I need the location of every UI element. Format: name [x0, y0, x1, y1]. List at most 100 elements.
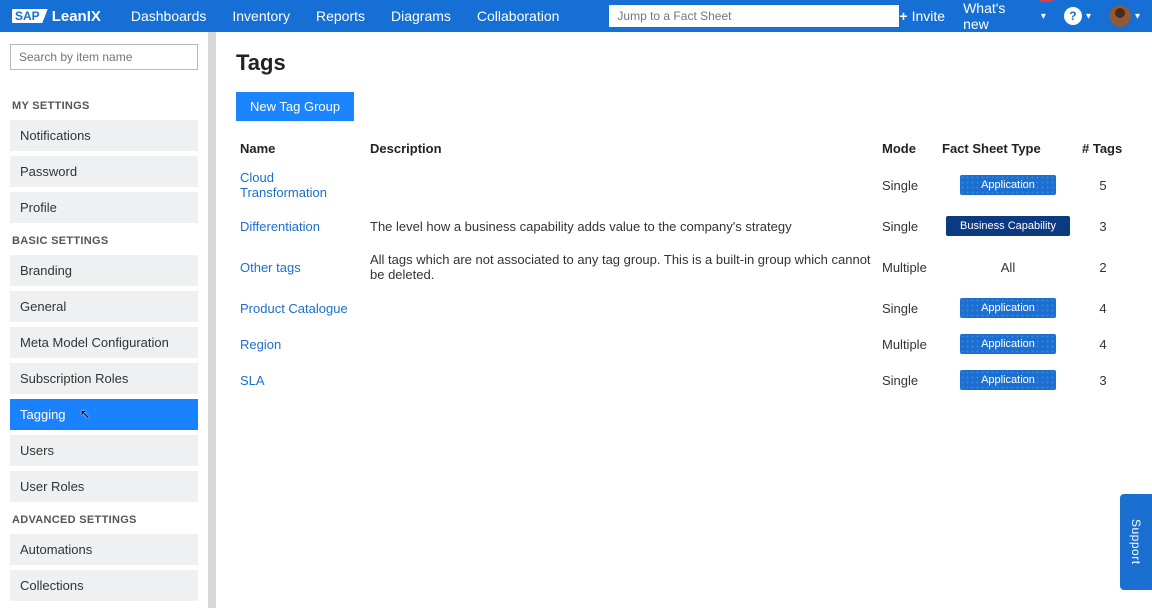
sidebar-item-collections[interactable]: Collections: [10, 570, 198, 601]
sidebar-item-label: User Roles: [20, 479, 84, 494]
tag-count: 5: [1078, 162, 1128, 208]
chevron-down-icon: ▾: [1135, 11, 1140, 22]
tag-group-mode: Single: [878, 162, 938, 208]
new-tag-group-button[interactable]: New Tag Group: [236, 92, 354, 121]
avatar: [1109, 5, 1131, 27]
sidebar-heading-my-settings: MY SETTINGS: [12, 100, 198, 112]
tag-group-mode: Single: [878, 290, 938, 326]
table-row: Other tags All tags which are not associ…: [236, 244, 1128, 290]
fact-sheet-type-pill: Application: [960, 298, 1056, 318]
tag-group-link[interactable]: Product Catalogue: [240, 301, 348, 316]
tag-count: 4: [1078, 290, 1128, 326]
column-mode[interactable]: Mode: [878, 135, 938, 162]
tag-group-description: [366, 326, 878, 362]
column-name[interactable]: Name: [236, 135, 366, 162]
tag-group-link[interactable]: Other tags: [240, 260, 301, 275]
nav-diagrams[interactable]: Diagrams: [391, 8, 451, 24]
tag-group-mode: Multiple: [878, 326, 938, 362]
whats-new-button[interactable]: What's new ▾ 9+: [963, 0, 1046, 32]
tag-group-description: [366, 362, 878, 398]
table-row: Cloud Transformation Single Application …: [236, 162, 1128, 208]
sidebar-item-tagging[interactable]: Tagging ↖: [10, 399, 198, 430]
sidebar-item-meta-model[interactable]: Meta Model Configuration: [10, 327, 198, 358]
sidebar-item-label: Subscription Roles: [20, 371, 128, 386]
sidebar-item-label: Users: [20, 443, 54, 458]
user-menu[interactable]: ▾: [1109, 5, 1140, 27]
sidebar-item-user-roles[interactable]: User Roles: [10, 471, 198, 502]
main-content: Tags New Tag Group Name Description Mode…: [216, 32, 1152, 608]
plus-icon: +: [899, 8, 907, 24]
fact-sheet-type-text: All: [938, 244, 1078, 290]
tag-count: 4: [1078, 326, 1128, 362]
tag-count: 2: [1078, 244, 1128, 290]
tag-groups-table: Name Description Mode Fact Sheet Type # …: [236, 135, 1128, 398]
tag-group-link[interactable]: Differentiation: [240, 219, 320, 234]
nav-inventory[interactable]: Inventory: [232, 8, 290, 24]
global-search[interactable]: [609, 5, 899, 27]
brand-logo[interactable]: SAP LeanIX: [12, 8, 101, 25]
page-title: Tags: [236, 50, 1128, 76]
column-fact-sheet-type[interactable]: Fact Sheet Type: [938, 135, 1078, 162]
top-bar: SAP LeanIX Dashboards Inventory Reports …: [0, 0, 1152, 32]
support-tab[interactable]: Support: [1120, 494, 1152, 590]
sidebar-item-password[interactable]: Password: [10, 156, 198, 187]
sidebar-item-label: Meta Model Configuration: [20, 335, 169, 350]
fact-sheet-type-pill: Business Capability: [946, 216, 1070, 236]
sap-logo-text: SAP: [12, 9, 48, 23]
tag-group-link[interactable]: Cloud Transformation: [240, 170, 327, 200]
sidebar-heading-basic-settings: BASIC SETTINGS: [12, 235, 198, 247]
sidebar-item-automations[interactable]: Automations: [10, 534, 198, 565]
brand-name: LeanIX: [52, 8, 101, 25]
sidebar-item-branding[interactable]: Branding: [10, 255, 198, 286]
tag-group-description: The level how a business capability adds…: [366, 208, 878, 244]
tag-group-mode: Single: [878, 208, 938, 244]
tag-group-link[interactable]: SLA: [240, 373, 265, 388]
support-label: Support: [1129, 519, 1143, 565]
fact-sheet-type-pill: Application: [960, 175, 1056, 195]
global-search-input[interactable]: [609, 5, 899, 27]
sidebar-item-label: Tagging: [20, 407, 66, 422]
tag-group-description: [366, 162, 878, 208]
table-row: Differentiation The level how a business…: [236, 208, 1128, 244]
tag-group-description: [366, 290, 878, 326]
nav-reports[interactable]: Reports: [316, 8, 365, 24]
tag-group-mode: Multiple: [878, 244, 938, 290]
top-nav: Dashboards Inventory Reports Diagrams Co…: [131, 8, 560, 24]
sidebar-item-notifications[interactable]: Notifications: [10, 120, 198, 151]
sidebar-item-label: Password: [20, 164, 77, 179]
column-tag-count[interactable]: # Tags: [1078, 135, 1128, 162]
whats-new-label: What's new: [963, 0, 1035, 32]
table-row: SLA Single Application 3: [236, 362, 1128, 398]
invite-button[interactable]: + Invite: [899, 8, 945, 24]
sidebar-item-general[interactable]: General: [10, 291, 198, 322]
sidebar-scrollbar[interactable]: [208, 32, 216, 608]
sidebar-item-profile[interactable]: Profile: [10, 192, 198, 223]
sidebar-search-input[interactable]: [10, 44, 198, 70]
sidebar-item-label: Profile: [20, 200, 57, 215]
nav-collaboration[interactable]: Collaboration: [477, 8, 560, 24]
sidebar-heading-advanced-settings: ADVANCED SETTINGS: [12, 514, 198, 526]
chevron-down-icon: ▾: [1086, 11, 1091, 22]
chevron-down-icon: ▾: [1041, 11, 1046, 22]
sidebar-item-users[interactable]: Users: [10, 435, 198, 466]
tag-group-link[interactable]: Region: [240, 337, 281, 352]
table-header-row: Name Description Mode Fact Sheet Type # …: [236, 135, 1128, 162]
help-menu[interactable]: ? ▾: [1064, 7, 1091, 25]
fact-sheet-type-pill: Application: [960, 370, 1056, 390]
column-description[interactable]: Description: [366, 135, 878, 162]
table-row: Region Multiple Application 4: [236, 326, 1128, 362]
notification-badge: 9+: [1037, 0, 1055, 2]
tag-group-description: All tags which are not associated to any…: [366, 244, 878, 290]
tag-group-mode: Single: [878, 362, 938, 398]
help-icon: ?: [1064, 7, 1082, 25]
nav-dashboards[interactable]: Dashboards: [131, 8, 207, 24]
sidebar-item-subscription-roles[interactable]: Subscription Roles: [10, 363, 198, 394]
sidebar-item-label: Automations: [20, 542, 92, 557]
top-right-controls: + Invite What's new ▾ 9+ ? ▾ ▾: [899, 0, 1140, 32]
fact-sheet-type-pill: Application: [960, 334, 1056, 354]
cursor-icon: ↖: [80, 407, 90, 421]
sidebar-item-label: Collections: [20, 578, 84, 593]
tag-count: 3: [1078, 208, 1128, 244]
sidebar-item-label: Notifications: [20, 128, 91, 143]
sidebar-item-label: General: [20, 299, 66, 314]
